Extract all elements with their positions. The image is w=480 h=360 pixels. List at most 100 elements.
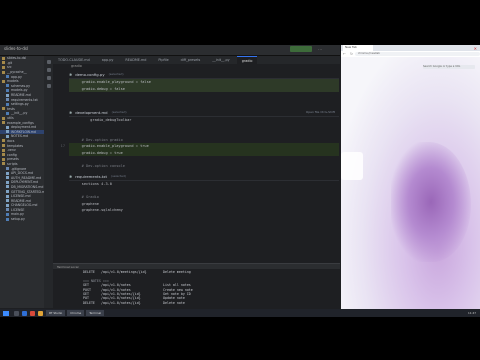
file-icon xyxy=(6,111,9,115)
section-collapse-icon[interactable]: ✱ xyxy=(69,110,72,115)
file-icon xyxy=(6,180,9,184)
file-icon xyxy=(6,194,9,198)
file-icon xyxy=(6,185,9,189)
file-icon xyxy=(6,208,9,212)
folder-icon[interactable] xyxy=(37,310,43,316)
editor-tab[interactable]: Pipfile xyxy=(153,56,173,64)
structure-tool-icon[interactable] xyxy=(46,76,51,80)
folder-icon xyxy=(2,157,5,161)
clock[interactable]: 11:47 xyxy=(468,311,476,315)
line-number: 17 xyxy=(60,144,65,149)
taskbar-item-ide[interactable]: RT Studio xyxy=(46,310,66,316)
endpoint-description: Get note by ID xyxy=(163,291,191,296)
code-area[interactable]: ✱ demo.config.py (selected) gradio.enable_… xyxy=(61,70,339,217)
editor-tab[interactable]: __init__.py xyxy=(207,56,234,64)
file-icon xyxy=(6,176,9,180)
browser-tab[interactable]: New Tab xyxy=(343,45,373,51)
section-collapse-icon[interactable]: ✱ xyxy=(69,174,72,179)
diff-section: ✱ demo.config.py (selected) gradio.enable_… xyxy=(69,70,339,105)
endpoint-description: Create new note xyxy=(163,287,193,292)
editor-tab[interactable]: diff_presets xyxy=(176,56,206,64)
file-icon xyxy=(6,167,9,171)
file-icon xyxy=(6,134,9,138)
search-box[interactable]: Search Google or type a URL xyxy=(423,65,475,69)
code-text: # Gradio xyxy=(73,195,99,200)
http-method: DELETE xyxy=(83,300,95,305)
section-header[interactable]: ✱ development.md (selected) Open file Ctrl+… xyxy=(69,108,339,117)
endpoint-path: /api/v1.0/meetings/{id} xyxy=(101,270,147,274)
run-config-button[interactable] xyxy=(290,46,312,52)
code-line[interactable]: # Dev-option console xyxy=(69,163,339,170)
start-icon[interactable] xyxy=(3,310,9,316)
editor-tab[interactable]: README.md xyxy=(120,56,151,64)
terminal-panel[interactable]: Terminal Local DELETE/api/v1.0/meetings/… xyxy=(53,263,340,310)
tree-item-label: utils xyxy=(7,116,14,121)
folder-icon xyxy=(2,61,5,65)
file-icon xyxy=(6,98,9,102)
diff-section: ✱ development.md (selected) Open file Ctrl+… xyxy=(61,108,339,170)
bookmarks-tool-icon[interactable] xyxy=(46,84,51,88)
code-editor[interactable]: ✱ demo.config.py (selected) gradio.enable_… xyxy=(53,70,340,262)
code-line[interactable] xyxy=(69,99,339,106)
search-icon[interactable] xyxy=(13,310,19,316)
folder-icon xyxy=(2,70,5,74)
address-bar[interactable]: chrome://newtab xyxy=(354,52,480,56)
tree-item-label: models.py xyxy=(11,88,28,93)
code-text: gradio_debugToolbar xyxy=(73,118,132,123)
more-options-icon[interactable]: ⋯ xyxy=(318,47,322,52)
tree-item-label: src xyxy=(7,65,12,70)
app-icon[interactable] xyxy=(29,310,35,316)
file-icon xyxy=(6,199,9,203)
http-method: DELETE xyxy=(83,270,95,274)
section-header[interactable]: ✱ demo.config.py (selected) xyxy=(69,70,339,79)
folder-icon xyxy=(2,65,5,69)
tree-item-label: example_configs xyxy=(7,120,34,125)
file-icon xyxy=(6,217,9,221)
reload-icon[interactable]: ↻ xyxy=(350,52,353,56)
folder-icon xyxy=(2,121,5,125)
folder-icon xyxy=(2,79,5,83)
tree-item-label: LICENSE xyxy=(11,207,25,212)
endpoint-description: List all notes xyxy=(163,283,191,288)
tree-item-label: AUTH_README.md xyxy=(11,175,42,180)
tree-item-label: __init__.py xyxy=(11,111,28,116)
section-header[interactable]: ✱ requirements.txt (selected) xyxy=(69,172,339,181)
code-text: graphene xyxy=(73,201,99,206)
endpoint-description: Delete meeting xyxy=(163,270,191,274)
tree-item-label: DB_MIGRATIONS.md xyxy=(11,184,44,189)
tree-item-label: requirements.txt xyxy=(11,97,38,102)
desktop-screen: slides-to-dsl ⋯ slides-to-dsl .git src __py… xyxy=(0,45,480,317)
endpoint-description: Update note xyxy=(163,296,185,301)
tree-item[interactable]: setup.py xyxy=(0,217,44,222)
close-window-icon[interactable]: ✕ xyxy=(474,46,477,51)
editor-tab[interactable]: app.py xyxy=(97,56,119,64)
taskbar-item-terminal[interactable]: Terminal xyxy=(86,310,105,316)
file-icon xyxy=(6,102,9,106)
editor-tab[interactable]: gradio xyxy=(236,56,258,64)
folder-icon xyxy=(2,162,5,166)
diff-section: ✱ requirements.txt (selected) sections 4.3… xyxy=(69,172,339,214)
back-icon[interactable]: ← xyxy=(343,52,346,56)
code-text: gradio.debug = true xyxy=(73,150,123,155)
section-collapse-icon[interactable]: ✱ xyxy=(69,72,72,77)
section-action[interactable]: Open file Ctrl+Shift xyxy=(306,110,335,114)
folder-icon xyxy=(2,56,5,60)
editor-tab[interactable]: TODO-CLAUDE.md xyxy=(53,56,95,64)
code-text: # Dev-option console xyxy=(73,163,125,168)
code-line[interactable]: graphene-sqlalchemy xyxy=(69,207,339,214)
file-icon xyxy=(6,130,9,134)
tree-item-label: .git xyxy=(7,60,13,65)
system-tray: 11:47 xyxy=(468,311,476,315)
tree-item-label: LICENSE.md xyxy=(11,194,31,199)
browser-window: New Tab ✕ ← ↻ chrome://newtab Search Goo… xyxy=(341,45,480,309)
project-tool-icon[interactable] xyxy=(46,60,51,64)
tree-item-label: .venv xyxy=(7,148,16,153)
files-icon[interactable] xyxy=(21,310,27,316)
taskbar-item-browser[interactable]: Chrome xyxy=(67,310,85,316)
tree-item-label: WORKFLOW.md xyxy=(11,129,36,134)
commit-tool-icon[interactable] xyxy=(46,68,51,72)
file-icon xyxy=(6,88,9,92)
file-icon xyxy=(6,212,9,216)
tree-item-label: config xyxy=(7,152,17,157)
section-title: development.md xyxy=(75,109,108,115)
